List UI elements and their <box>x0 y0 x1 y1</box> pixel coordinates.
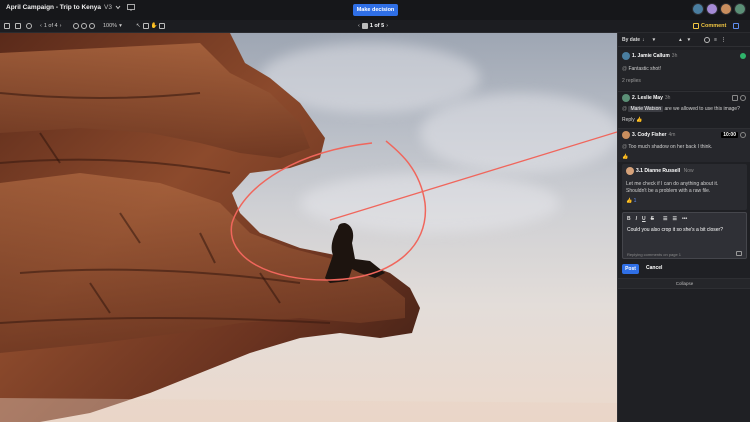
comment-author: 3. Cody Fisher 4m <box>632 132 676 138</box>
comment-author: 1. Jamie Callum 3h <box>632 53 678 59</box>
pointer-icon[interactable]: ↖ <box>136 23 141 29</box>
visibility-icon[interactable] <box>736 251 742 256</box>
top-bar: April Campaign - Trip to Kenya V3 Make d… <box>0 0 750 20</box>
comments-header: By date ↓ ▾ ▴ ▾ ≡ ⋮ <box>618 33 750 47</box>
resolved-check-icon[interactable] <box>740 53 746 59</box>
search-icon[interactable] <box>26 23 32 29</box>
zoom-level[interactable]: 100% <box>103 23 117 29</box>
rotate-icon[interactable] <box>73 23 79 29</box>
comment-label: Comment <box>701 23 727 29</box>
avatar[interactable] <box>692 3 704 15</box>
bullet-list-icon[interactable]: ☰ <box>663 216 667 222</box>
toolbar: ‹ 1 of 4 › 100% ▾ ↖ ✋ ‹ 1 of 5 › Comment <box>0 20 750 33</box>
compare-icon[interactable] <box>159 23 166 29</box>
chevron-down-icon[interactable] <box>115 5 121 10</box>
cancel-button[interactable]: Cancel <box>646 265 662 271</box>
more-icon[interactable]: ••• <box>682 216 687 222</box>
chevron-right-icon[interactable]: › <box>60 23 62 29</box>
zoom-controls: 100% ▾ <box>73 23 122 29</box>
reply-link[interactable]: Reply 👍 <box>622 117 642 123</box>
avatar[interactable] <box>720 3 732 15</box>
make-decision-button[interactable]: Make decision <box>353 4 398 16</box>
avatar <box>626 167 634 175</box>
comment-text: @ Marie Watson are we allowed to use thi… <box>622 106 740 112</box>
zoom-in-icon[interactable] <box>89 23 95 29</box>
chat-icon <box>733 23 739 29</box>
thumbs-up-icon[interactable]: 👍 <box>622 154 628 160</box>
version-label[interactable]: V3 <box>104 4 112 11</box>
more-vertical-icon[interactable]: ⋮ <box>721 37 726 43</box>
chevron-down-icon[interactable]: ▾ <box>653 37 656 43</box>
annotation-pointer-line <box>329 131 617 221</box>
sort-arrow-icon[interactable]: ↓ <box>642 37 645 43</box>
comment-icon <box>693 23 699 29</box>
tool-controls: ↖ ✋ <box>136 23 166 29</box>
comment-text: @ Fantastic shot! <box>622 66 661 72</box>
comments-sidebar: By date ↓ ▾ ▴ ▾ ≡ ⋮ 1. Jamie Callum 3h @ … <box>617 33 750 422</box>
project-title-text: April Campaign - Trip to Kenya <box>6 4 101 11</box>
chevron-down-icon[interactable]: ▾ <box>688 37 691 43</box>
reply-author: 3.1 Dianne Russell Now <box>636 168 694 174</box>
chevron-left-icon[interactable]: ‹ <box>358 23 360 29</box>
hand-icon[interactable]: ✋ <box>151 23 158 29</box>
circle-annotation[interactable] <box>230 140 427 281</box>
page-selector[interactable]: ‹ 1 of 4 › <box>40 23 61 29</box>
filter-icon[interactable]: ≡ <box>714 37 717 43</box>
chevron-right-icon[interactable]: › <box>386 23 388 29</box>
replies-link[interactable]: 2 replies <box>622 78 641 84</box>
asset-page-nav: 1 of 5 <box>369 23 385 29</box>
chevron-down-icon[interactable]: ▾ <box>119 23 122 29</box>
bold-icon[interactable]: B <box>627 216 631 222</box>
asset-navigation: ‹ 1 of 5 › <box>358 23 388 29</box>
chevron-left-icon[interactable]: ‹ <box>40 23 42 29</box>
sort-label[interactable]: By date <box>622 37 640 43</box>
present-icon[interactable] <box>127 4 135 11</box>
comment-text: @ Too much shadow on her back I think. <box>622 144 713 150</box>
reply-text-line: Let me check if I can do anything about … <box>626 181 719 187</box>
avatar <box>622 94 630 102</box>
editor-status: Replying comments on page 1 <box>627 252 682 257</box>
italic-icon[interactable]: I <box>636 216 637 222</box>
avatar <box>622 52 630 60</box>
split-view-icon[interactable] <box>15 23 21 29</box>
comment-item[interactable]: 3. Cody Fisher 4m 10:00 @ Too much shadow… <box>618 128 750 162</box>
thumbs-up-icon: 👍 <box>636 117 643 123</box>
avatar[interactable] <box>706 3 718 15</box>
reply-input[interactable]: Could you also crop it so she's a bit cl… <box>627 227 723 233</box>
nested-reply: 3.1 Dianne Russell Now Let me check if I… <box>622 164 747 210</box>
comment-button[interactable]: Comment <box>693 23 726 29</box>
chevron-up-icon[interactable]: ▴ <box>679 37 682 43</box>
annotation-overlay[interactable] <box>0 33 617 422</box>
comment-item[interactable]: 1. Jamie Callum 3h @ Fantastic shot! 2 re… <box>618 50 750 90</box>
underline-icon[interactable]: U <box>642 216 646 222</box>
search-icon[interactable] <box>704 36 711 43</box>
comments-panel-toggle[interactable] <box>733 23 739 29</box>
format-toolbar: B I U S ☰ ☰ ••• <box>627 216 687 222</box>
numbered-list-icon[interactable]: ☰ <box>672 216 676 222</box>
page-indicator: 1 of 4 <box>43 23 58 29</box>
comment-item[interactable]: 2. Leslie May 3h @ Marie Watson are we al… <box>618 91 750 127</box>
timecode-badge[interactable]: 10:00 <box>721 132 738 138</box>
collaborator-avatars <box>692 3 746 15</box>
strikethrough-icon[interactable]: S <box>651 216 654 222</box>
avatar[interactable] <box>734 3 746 15</box>
move-tool-icon[interactable] <box>142 23 149 29</box>
avatar <box>622 131 630 139</box>
resolve-icon[interactable] <box>740 95 746 101</box>
post-button[interactable]: Post <box>622 264 639 274</box>
project-title[interactable]: April Campaign - Trip to Kenya V3 <box>6 4 135 11</box>
asset-icon <box>361 23 368 29</box>
resolve-icon[interactable] <box>740 132 746 138</box>
reply-text-line: Shouldn't be a problem with a raw file. <box>626 188 711 194</box>
reply-editor[interactable]: B I U S ☰ ☰ ••• Could you also crop it s… <box>622 212 747 259</box>
view-controls <box>4 23 32 29</box>
attachment-icon[interactable] <box>732 95 738 101</box>
collapse-button[interactable]: Collapse <box>618 278 750 289</box>
like-count[interactable]: 👍 1 <box>626 198 636 204</box>
image-canvas[interactable] <box>0 33 617 422</box>
comment-author: 2. Leslie May 3h <box>632 95 671 101</box>
zoom-out-icon[interactable] <box>81 23 87 29</box>
grid-view-icon[interactable] <box>4 23 10 29</box>
